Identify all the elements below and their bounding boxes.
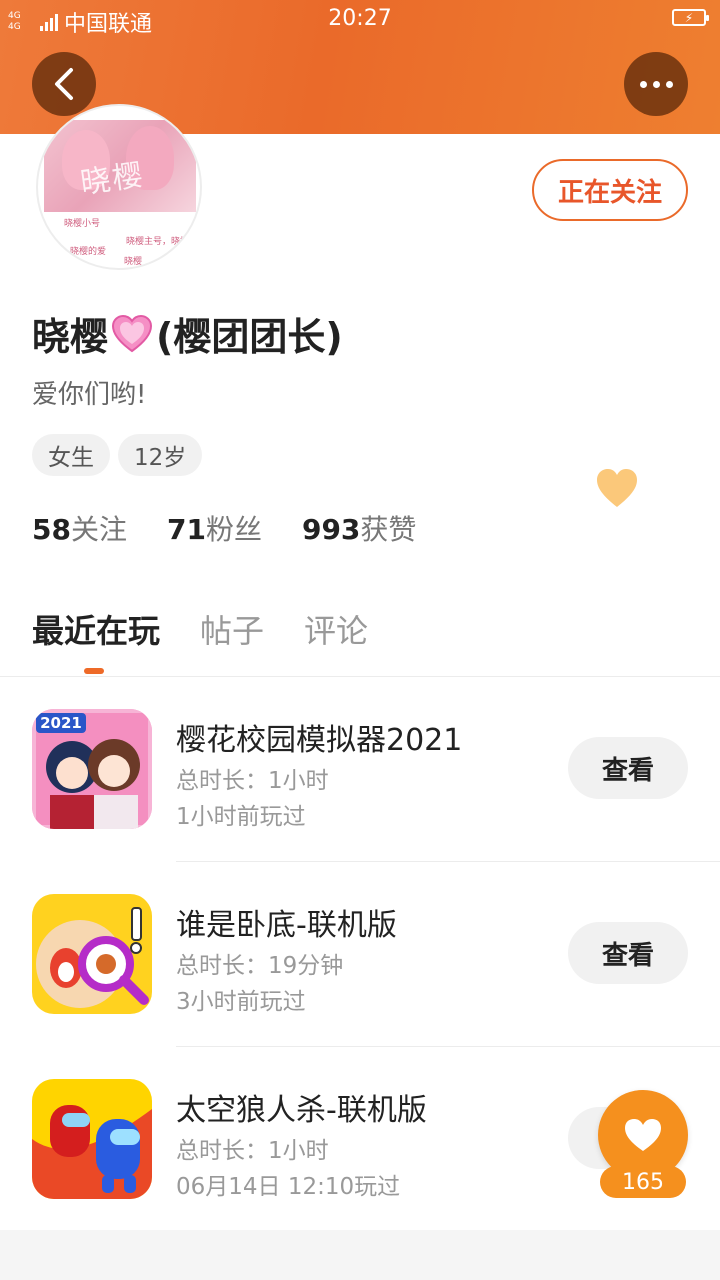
game-title: 太空狼人杀-联机版 (176, 1093, 427, 1128)
status-bar: 4G 4G 中国联通 20:27 ⚡ (0, 0, 720, 40)
game-last-played: 3小时前玩过 (176, 989, 306, 1015)
view-button[interactable]: 查看 (568, 737, 688, 799)
back-button[interactable] (32, 52, 96, 116)
tab-indicator (84, 668, 104, 674)
game-icon-space-werewolf (32, 1079, 152, 1199)
fans-stat[interactable]: 71粉丝 (167, 508, 262, 548)
game-duration: 总时长：1小时 (176, 1138, 329, 1164)
more-icon (639, 80, 673, 88)
stat-label: 关注 (70, 513, 127, 546)
view-button[interactable]: 查看 (568, 922, 688, 984)
game-title: 谁是卧底-联机版 (176, 908, 397, 943)
floating-heart-icon (597, 469, 637, 507)
likes-stat[interactable]: 993获赞 (302, 508, 416, 548)
like-count: 165 (600, 1166, 686, 1198)
profile-tabs: 最近在玩 帖子 评论 (32, 606, 368, 652)
avatar-note: 晓樱的爱 (70, 247, 107, 257)
profile-stats: 58关注 71粉丝 993获赞 (32, 508, 416, 548)
profile-name-main: 晓樱 (32, 315, 109, 359)
game-row[interactable]: 谁是卧底-联机版 总时长：19分钟 3小时前玩过 查看 (0, 862, 720, 1047)
game-duration: 总时长：19分钟 (176, 953, 344, 979)
profile-bio: 爱你们哟! (32, 380, 147, 410)
gender-tag: 女生 (32, 434, 110, 476)
game-last-played: 06月14日 12:10玩过 (176, 1174, 401, 1200)
tab-recently-played[interactable]: 最近在玩 (32, 606, 160, 652)
game-icon-badge: 2021 (40, 714, 82, 732)
avatar-note: 晓樱主号，晓樱 (126, 237, 190, 247)
avatar-text: 晓樱 (78, 157, 147, 202)
profile-name-suffix: (樱团团长) (156, 315, 343, 359)
stat-label: 粉丝 (205, 513, 262, 546)
game-duration: 总时长：1小时 (176, 768, 329, 794)
game-icon-sakura-school: 2021 (32, 709, 152, 829)
pink-heart-icon (112, 314, 153, 352)
profile-tags: 女生 12岁 (32, 434, 203, 476)
stat-value: 58 (32, 513, 71, 546)
profile-name: 晓樱 (樱团团长) (32, 306, 343, 361)
battery-charging-icon: ⚡ (672, 9, 709, 26)
game-title: 樱花校园模拟器2021 (176, 723, 463, 758)
game-row[interactable]: 2021 樱花校园模拟器2021 总时长：1小时 1小时前玩过 查看 (0, 677, 720, 862)
game-icon-undercover (32, 894, 152, 1014)
following-button[interactable]: 正在关注 (532, 159, 688, 221)
tab-comments[interactable]: 评论 (304, 606, 368, 652)
chevron-left-icon (55, 68, 73, 100)
avatar[interactable]: 晓樱 晓樱小号 晓樱的爱 晓樱主号，晓樱 晓樱 (36, 104, 202, 270)
avatar-note: 晓樱小号 (64, 219, 101, 229)
stat-value: 993 (301, 513, 361, 546)
stat-value: 71 (166, 513, 206, 546)
heart-icon (625, 1119, 661, 1151)
avatar-artwork: 晓樱 (44, 120, 196, 212)
avatar-note: 晓樱 (124, 257, 143, 267)
tab-posts[interactable]: 帖子 (200, 606, 264, 652)
clock: 20:27 (328, 6, 392, 31)
stat-label: 获赞 (360, 513, 417, 546)
following-stat[interactable]: 58关注 (32, 508, 127, 548)
game-last-played: 1小时前玩过 (176, 804, 306, 830)
age-tag: 12岁 (118, 434, 203, 476)
more-options-button[interactable] (624, 52, 688, 116)
